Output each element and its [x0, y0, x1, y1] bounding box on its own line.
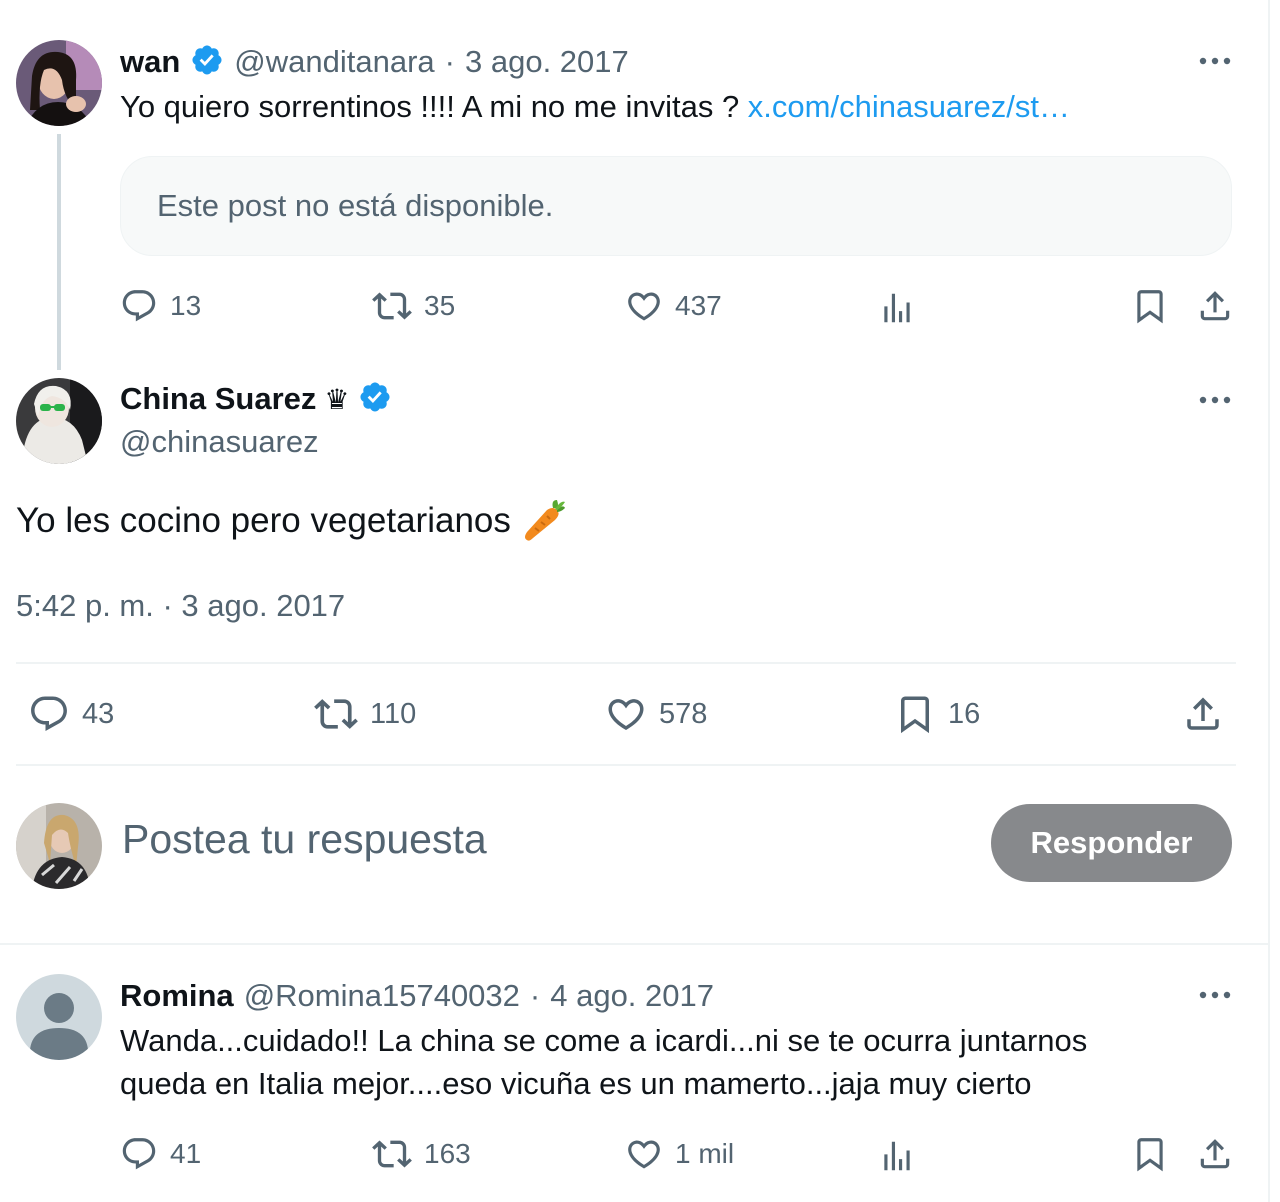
- reply-icon: [31, 696, 67, 731]
- quoted-post-unavailable: Este post no está disponible.: [120, 156, 1232, 256]
- like-count: 578: [659, 697, 708, 730]
- right-column-border: [1268, 0, 1270, 1202]
- share-icon: [1200, 1139, 1230, 1169]
- views-icon: [884, 1141, 910, 1171]
- responder-button-label: Responder: [1030, 825, 1193, 860]
- repost-icon: [372, 1140, 412, 1168]
- parent-header: wan @wanditanara · 3 ago. 2017: [120, 42, 629, 82]
- avatar-current-user[interactable]: [16, 803, 102, 889]
- author-name[interactable]: Romina: [120, 978, 234, 1014]
- like-button[interactable]: 437: [625, 286, 722, 326]
- post-link[interactable]: x.com/chinasuarez/st…: [748, 89, 1070, 124]
- like-icon: [628, 1140, 660, 1169]
- author-handle[interactable]: @Romina15740032: [244, 978, 520, 1014]
- bookmark-button[interactable]: 16: [894, 692, 980, 736]
- more-icon[interactable]: [1193, 980, 1237, 1010]
- meta-separator: ·: [444, 44, 455, 79]
- reply-text-line-1: Wanda...cuidado!! La china se come a ica…: [120, 1023, 1088, 1058]
- share-button[interactable]: [1196, 286, 1234, 326]
- bookmark-icon: [1137, 1138, 1163, 1172]
- divider: [16, 764, 1236, 766]
- post-timestamp[interactable]: 5:42 p. m. · 3 ago. 2017: [16, 588, 345, 624]
- reply-text-line-2: queda en Italia mejor....eso vicuña es u…: [120, 1066, 1032, 1101]
- author-name[interactable]: China Suarez: [120, 381, 316, 417]
- reply-button[interactable]: 41: [120, 1134, 201, 1174]
- reply-input[interactable]: Postea tu respuesta: [122, 816, 487, 863]
- bookmark-button[interactable]: [1131, 286, 1169, 326]
- post-date[interactable]: 4 ago. 2017: [550, 978, 714, 1014]
- reply-icon: [122, 290, 156, 322]
- main-post-text: Yo les cocino pero vegetarianos: [16, 496, 567, 546]
- bookmark-icon: [901, 696, 929, 734]
- like-count: 437: [675, 290, 722, 321]
- section-divider: [0, 943, 1270, 945]
- reply-icon: [122, 1138, 156, 1170]
- share-button[interactable]: [1196, 1134, 1234, 1174]
- main-header: China Suarez ♛: [120, 379, 392, 419]
- repost-count: 110: [370, 697, 417, 730]
- views-button[interactable]: [878, 1136, 916, 1176]
- thread-line: [57, 134, 61, 370]
- share-icon: [1187, 697, 1219, 730]
- reply-header: Romina @Romina15740032 · 4 ago. 2017: [120, 976, 714, 1016]
- share-button[interactable]: [1182, 692, 1224, 736]
- reply-count: 43: [82, 697, 115, 730]
- reply-button[interactable]: 13: [120, 286, 201, 326]
- crown-emoji: ♛: [324, 383, 350, 415]
- repost-count: 163: [424, 1138, 471, 1169]
- like-count: 1 mil: [675, 1138, 735, 1169]
- repost-button[interactable]: 163: [372, 1134, 471, 1174]
- bookmark-count: 16: [948, 697, 981, 730]
- carrot-emoji: [524, 500, 565, 541]
- more-icon[interactable]: [1193, 46, 1237, 76]
- like-button[interactable]: 578: [605, 692, 707, 736]
- author-handle[interactable]: @chinasuarez: [120, 424, 319, 460]
- avatar-chinasuarez[interactable]: [16, 378, 102, 464]
- post-text-body: Yo les cocino pero vegetarianos: [16, 501, 511, 540]
- post-text-body: Yo quiero sorrentinos !!!! A mi no me in…: [120, 89, 748, 124]
- avatar-romina[interactable]: [16, 974, 102, 1060]
- post-date[interactable]: 3 ago. 2017: [465, 44, 629, 80]
- responder-button[interactable]: Responder: [991, 804, 1232, 882]
- like-icon: [608, 699, 644, 731]
- like-icon: [628, 292, 660, 321]
- repost-count: 35: [424, 290, 456, 321]
- bookmark-icon: [1137, 290, 1163, 324]
- avatar-wan[interactable]: [16, 40, 102, 126]
- verified-badge-icon: [190, 43, 224, 82]
- repost-icon: [314, 699, 358, 729]
- repost-button[interactable]: 110: [314, 692, 416, 736]
- like-button[interactable]: 1 mil: [625, 1134, 734, 1174]
- divider: [16, 662, 1236, 664]
- author-name[interactable]: wan: [120, 44, 180, 80]
- repost-button[interactable]: 35: [372, 286, 455, 326]
- verified-badge-icon: [358, 380, 392, 419]
- unavailable-text: Este post no está disponible.: [157, 188, 554, 223]
- reply-count: 41: [170, 1138, 202, 1169]
- bookmark-button[interactable]: [1131, 1134, 1169, 1174]
- author-handle[interactable]: @wanditanara: [234, 44, 434, 80]
- share-icon: [1200, 291, 1230, 321]
- views-button[interactable]: [878, 288, 916, 328]
- post-text: Yo quiero sorrentinos !!!! A mi no me in…: [120, 85, 1070, 129]
- views-icon: [884, 293, 910, 323]
- meta-separator: ·: [529, 978, 541, 1013]
- reply-button[interactable]: 43: [28, 692, 114, 736]
- more-icon[interactable]: [1193, 385, 1237, 415]
- repost-icon: [372, 292, 412, 320]
- reply-count: 13: [170, 290, 202, 321]
